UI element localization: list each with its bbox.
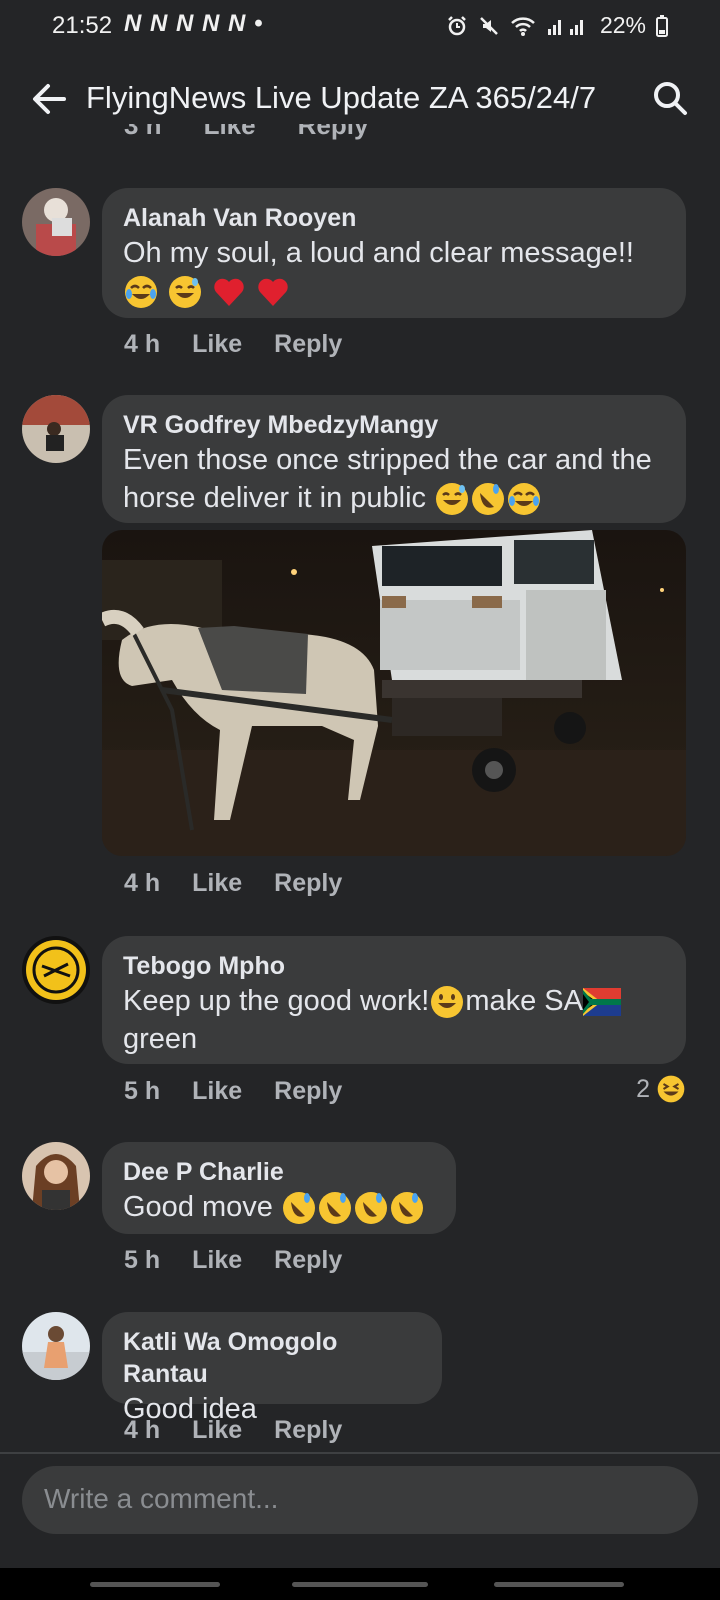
back-arrow-icon[interactable] xyxy=(28,78,70,120)
comment-text-line: Keep up the good work! make SA xyxy=(123,982,666,1020)
comment-text: horse deliver it in public xyxy=(123,482,427,514)
nav-home-button[interactable] xyxy=(292,1582,428,1587)
comment-input[interactable]: Write a comment... xyxy=(22,1466,698,1534)
reply-button[interactable]: Reply xyxy=(274,1416,342,1444)
comment-bubble[interactable]: Alanah Van Rooyen Oh my soul, a loud and… xyxy=(102,188,686,318)
comment-bubble[interactable]: Dee P Charlie Good move xyxy=(102,1142,456,1234)
sweat-smile-emoji-icon xyxy=(436,483,469,516)
comment-time: 5 h xyxy=(124,1077,161,1105)
status-icons: 22% xyxy=(446,12,668,39)
comment-bubble[interactable]: Katli Wa Omogolo Rantau Good idea xyxy=(102,1312,442,1425)
comment-time: 3 h xyxy=(124,124,162,140)
comment-actions: 5 h Like Reply xyxy=(124,1246,374,1275)
rolling-laughing-emoji-icon xyxy=(318,1192,351,1225)
reply-button[interactable]: Reply xyxy=(274,869,342,897)
comment-time: 4 h xyxy=(124,869,161,897)
avatar[interactable] xyxy=(22,188,90,256)
comment-time: 5 h xyxy=(124,1246,161,1274)
comment-text: Even those once stripped the car and the xyxy=(123,444,652,476)
comment-actions: 4 h Like Reply xyxy=(124,869,374,898)
avatar[interactable] xyxy=(22,395,90,463)
avatar[interactable] xyxy=(22,936,90,1004)
battery-percent: 22% xyxy=(599,12,646,38)
haha-reaction-icon xyxy=(657,1075,685,1103)
reply-button[interactable]: Reply xyxy=(274,1077,342,1105)
sweat-smile-emoji-icon xyxy=(169,276,202,309)
comment-time: 4 h xyxy=(124,1416,161,1444)
reply-button[interactable]: Reply xyxy=(298,124,369,140)
rolling-laughing-emoji-icon xyxy=(390,1192,423,1225)
emoji-row xyxy=(123,272,666,310)
red-heart-icon xyxy=(258,279,288,307)
like-button[interactable]: Like xyxy=(204,124,256,140)
avatar[interactable] xyxy=(22,1312,90,1380)
reaction-summary[interactable]: 2 xyxy=(636,1074,686,1104)
comment-author[interactable]: Dee P Charlie xyxy=(123,1156,436,1188)
rolling-laughing-emoji-icon xyxy=(282,1192,315,1225)
comment-photo[interactable] xyxy=(102,530,686,856)
status-time: 21:52 xyxy=(52,12,113,39)
app-bar: FlyingNews Live Update ZA 365/24/7 xyxy=(0,64,720,132)
battery-icon xyxy=(656,14,668,37)
comment-actions: 4 h Like Reply xyxy=(124,330,374,359)
south-africa-flag-icon xyxy=(583,988,621,1017)
mute-icon xyxy=(480,16,498,35)
comment-author[interactable]: Alanah Van Rooyen xyxy=(123,202,666,234)
comment-author[interactable]: Katli Wa Omogolo Rantau xyxy=(123,1326,422,1390)
rolling-laughing-emoji-icon xyxy=(354,1192,387,1225)
comment-bubble[interactable]: Tebogo Mpho Keep up the good work! make S… xyxy=(102,936,686,1064)
comment-author[interactable]: VR Godfrey MbedzyMangy xyxy=(123,409,666,441)
comment-text-line: horse deliver it in public xyxy=(123,479,666,517)
status-bar: 21:52 N N N N N • 22% xyxy=(0,0,720,52)
nav-back-button[interactable] xyxy=(494,1582,624,1587)
comment-text: Oh my soul, a loud and clear message!! xyxy=(123,237,634,269)
signal-icon xyxy=(547,19,583,35)
avatar[interactable] xyxy=(22,1142,90,1210)
alarm-icon xyxy=(448,15,466,35)
rolling-laughing-emoji-icon xyxy=(472,483,505,516)
comment-input-placeholder: Write a comment... xyxy=(44,1483,279,1514)
like-button[interactable]: Like xyxy=(192,869,242,897)
red-heart-icon xyxy=(214,279,244,307)
previous-comment-actions: 3 h Like Reply xyxy=(124,124,424,150)
reply-button[interactable]: Reply xyxy=(274,330,342,358)
comment-text: Keep up the good work! xyxy=(123,985,430,1017)
notification-icons: N N N N N • xyxy=(124,10,264,37)
nav-recents-button[interactable] xyxy=(90,1582,220,1587)
comment-bubble[interactable]: VR Godfrey MbedzyMangy Even those once s… xyxy=(102,395,686,523)
comment-actions: 4 h Like Reply xyxy=(124,1416,374,1445)
tears-of-joy-emoji-icon xyxy=(508,483,541,516)
like-button[interactable]: Like xyxy=(192,1246,242,1274)
comment-actions: 5 h Like Reply xyxy=(124,1077,374,1106)
search-icon[interactable] xyxy=(650,78,690,118)
comment-text-line: Good move xyxy=(123,1188,436,1226)
wifi-icon xyxy=(511,16,535,36)
grinning-emoji-icon xyxy=(431,986,464,1019)
like-button[interactable]: Like xyxy=(192,1077,242,1105)
reply-button[interactable]: Reply xyxy=(274,1246,342,1274)
comment-author[interactable]: Tebogo Mpho xyxy=(123,950,666,982)
comment-text: make SA xyxy=(465,985,583,1017)
like-button[interactable]: Like xyxy=(192,330,242,358)
like-button[interactable]: Like xyxy=(192,1416,242,1444)
divider xyxy=(0,1452,720,1454)
tears-of-joy-emoji-icon xyxy=(125,276,157,309)
reaction-count: 2 xyxy=(636,1074,650,1103)
system-nav-bar xyxy=(0,1568,720,1600)
comment-time: 4 h xyxy=(124,330,161,358)
comment-text: Good move xyxy=(123,1191,273,1223)
comment-text: green xyxy=(123,1023,198,1056)
page-title: FlyingNews Live Update ZA 365/24/7 xyxy=(86,80,597,115)
